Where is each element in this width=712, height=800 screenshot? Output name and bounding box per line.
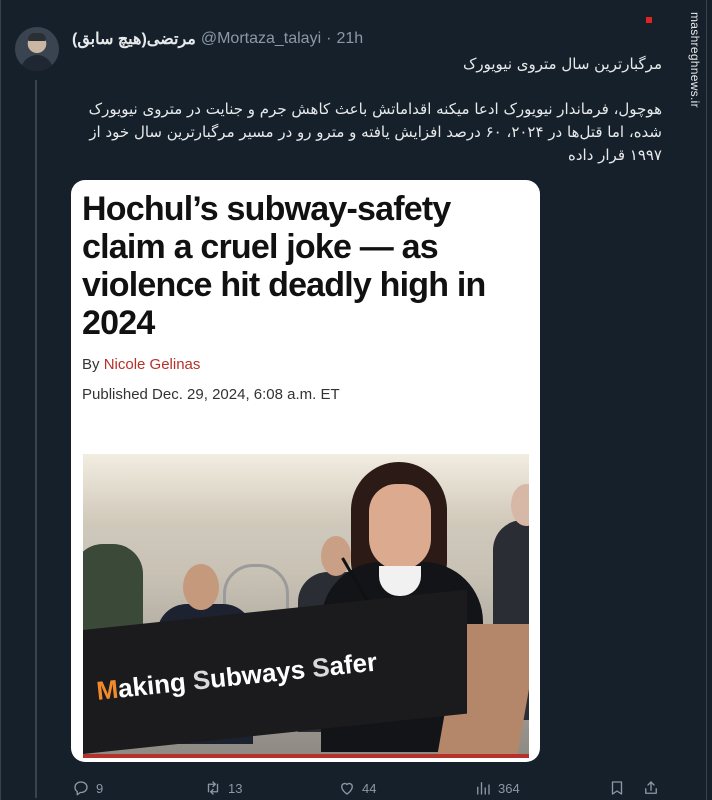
byline-prefix: By [82,356,100,373]
avatar-hat [28,33,46,41]
watermark-red-square [646,17,652,23]
bookmark-button[interactable] [608,779,626,797]
card-accent-bar [83,754,529,758]
retweet-button[interactable]: 13 [204,779,242,797]
photo-officer-head [183,564,219,610]
watermark-site: mashreghnews.ir [688,12,702,108]
article-headline: Hochul’s subway-safety claim a cruel jok… [82,190,486,342]
avatar[interactable] [15,27,59,71]
reply-count: 9 [96,780,104,796]
views-button[interactable]: 364 [474,779,520,797]
tweet-header: مرتضی(هیچ سابق) @Mortaza_talayi · 21h [72,29,363,49]
timestamp[interactable]: 21h [336,30,363,48]
watermark-logo [640,13,684,45]
author-name: Nicole Gelinas [103,356,201,373]
views-chart-icon [477,782,490,795]
thread-line [35,80,37,798]
views-count: 364 [498,780,520,796]
tweet-subtitle: مرگبارترین سال متروی نیویورک [462,55,662,73]
photo-speaker-face [369,484,431,570]
like-button[interactable]: 44 [338,779,376,797]
display-name[interactable]: مرتضی(هیچ سابق) [72,29,196,49]
share-icon [645,781,657,794]
like-count: 44 [362,780,377,796]
sign-word-3: afer [327,646,379,682]
avatar-shoulders [21,55,53,71]
separator-dot: · [326,30,332,47]
reply-icon [74,781,88,796]
article-byline: By Nicole Gelinas [82,356,200,373]
article-photo: Making Subways Safer [83,454,529,754]
photo-man-head [321,536,351,576]
photo-ceiling [83,454,529,526]
retweet-icon [207,781,219,795]
reply-button[interactable]: 9 [72,779,103,797]
user-handle[interactable]: @Mortaza_talayi [201,30,321,48]
sign-word-1: aking [116,666,188,704]
heart-icon [341,782,353,795]
share-button[interactable] [642,779,660,797]
article-media-card[interactable]: Hochul’s subway-safety claim a cruel jok… [71,180,540,762]
bookmark-icon [611,781,623,795]
timeline-left-border [0,0,1,800]
retweet-count: 13 [228,780,243,796]
timeline-right-border [706,0,707,800]
sign-letter-m: M [95,673,120,706]
published-date: Published Dec. 29, 2024, 6:08 a.m. ET [82,386,340,403]
tweet-actions: 9 13 44 364 [60,776,660,800]
tweet-body: هوچول، فرماندار نیویورک ادعا میکنه اقدام… [88,100,662,164]
